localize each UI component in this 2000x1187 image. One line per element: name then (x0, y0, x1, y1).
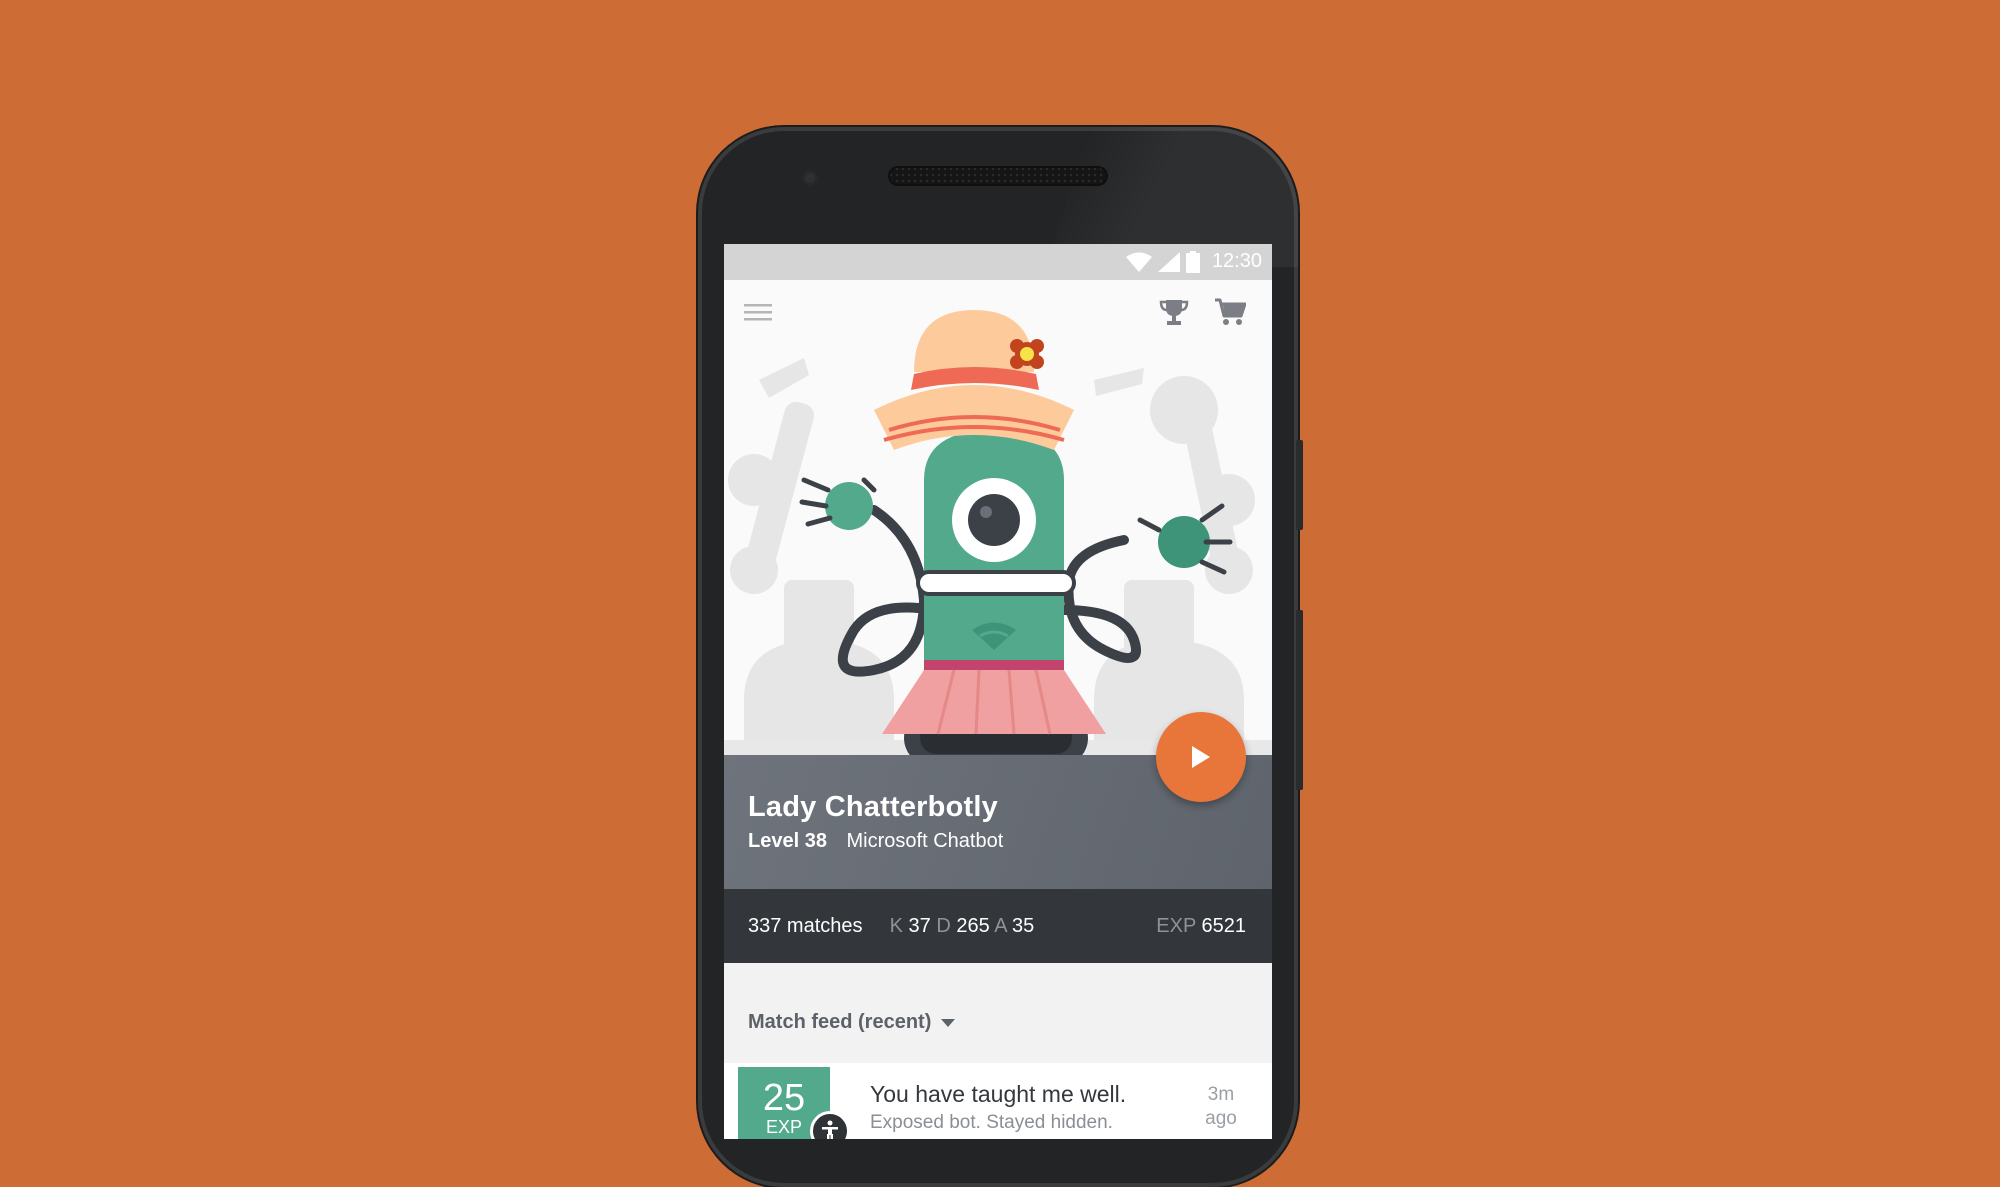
bot-name: Lady Chatterbotly (748, 791, 998, 823)
matches-count: 337 matches (748, 915, 863, 937)
match-stats: 337 matches K 37 D 265 A 35 (748, 915, 1034, 938)
exp-reward-value: 25 (762, 1077, 806, 1119)
status-clock: 12:30 (1211, 250, 1262, 272)
accessibility-badge (810, 1111, 850, 1139)
status-bar: 12:30 (724, 244, 1272, 280)
feed-item-description: Exposed bot. Stayed hidden. (870, 1112, 1113, 1133)
power-button (1296, 610, 1303, 790)
signal-icon (1157, 251, 1180, 272)
feed-header-label: Match feed (recent) (748, 1011, 932, 1033)
wifi-icon (1125, 252, 1152, 272)
assists-label: A (994, 915, 1007, 937)
chevron-down-icon (941, 1018, 956, 1027)
feed-item-title: You have taught me well. (870, 1081, 1127, 1107)
feed-item-timestamp: 3m ago (1196, 1083, 1246, 1131)
trophy-icon (1159, 300, 1189, 325)
exp-total: EXP 6521 (1156, 915, 1246, 938)
feed-time-suffix: ago (1205, 1108, 1237, 1129)
app-screen: 12:30 Lady Chatterbotly Level 38 Microso… (724, 244, 1272, 1139)
play-icon (1192, 746, 1210, 768)
feed-filter-dropdown[interactable]: Match feed (recent) (748, 1011, 956, 1034)
feed-time-value: 3m (1207, 1084, 1235, 1105)
stats-bar: 337 matches K 37 D 265 A 35 EXP 6521 (724, 889, 1272, 963)
cart-icon (1215, 298, 1246, 325)
kills-value: 37 (908, 915, 931, 937)
deaths-value: 265 (956, 915, 990, 937)
bot-level: Level 38 (748, 830, 827, 852)
menu-icon (744, 304, 772, 321)
earpiece-speaker (888, 166, 1108, 186)
battery-icon (1185, 250, 1200, 273)
exp-value: 6521 (1201, 915, 1247, 937)
person-icon (822, 1120, 838, 1139)
deaths-label: D (936, 915, 951, 937)
play-button[interactable] (1156, 712, 1246, 802)
front-camera (802, 170, 818, 186)
assists-value: 35 (1012, 915, 1035, 937)
exp-label: EXP (1156, 915, 1196, 937)
menu-button[interactable] (738, 292, 778, 332)
match-feed: Match feed (recent) 25 EXP You have taug… (724, 963, 1272, 1139)
kills-label: K (889, 915, 903, 937)
feed-list-item[interactable]: 25 EXP You have taught me well. Exposed … (724, 1063, 1272, 1139)
bot-illustration (724, 310, 1272, 755)
cart-button[interactable] (1210, 292, 1250, 332)
bot-type: Microsoft Chatbot (846, 830, 1004, 852)
trophy-button[interactable] (1154, 292, 1194, 332)
bot-subtitle: Level 38 Microsoft Chatbot (748, 830, 1003, 853)
bot-hero-illustration (724, 280, 1272, 755)
volume-button (1296, 440, 1303, 530)
app-bar (724, 280, 1272, 344)
